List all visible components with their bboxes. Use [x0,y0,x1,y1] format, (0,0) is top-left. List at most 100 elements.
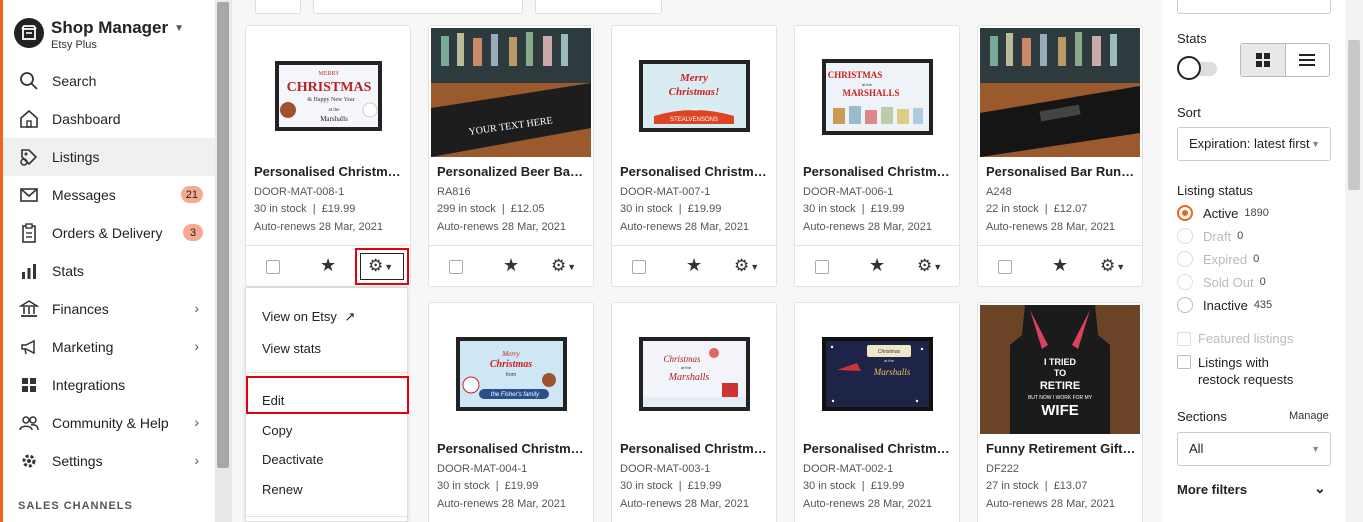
sidebar-item-marketing[interactable]: Marketing › [3,328,215,366]
svg-text:at the: at the [884,358,895,363]
sidebar-item-dashboard[interactable]: Dashboard [3,100,215,138]
listing-card[interactable]: Christmas at the Marshalls Personalised … [611,302,777,522]
listing-title[interactable]: Personalized Beer Bar Runner [437,164,587,179]
listing-card[interactable]: YOUR TEXT HERE Personalized Beer Bar Run… [428,25,594,287]
sections-select[interactable]: All ▼ [1177,432,1331,466]
filter-panel: Stats Sort Expiration: latest first ▼ Lis… [1162,0,1345,522]
list-view-button[interactable] [1286,44,1330,76]
listing-image[interactable]: Merry Christmas from the Fisher's family [431,305,591,434]
radio[interactable] [1177,228,1193,244]
sidebar-item-finances[interactable]: Finances › [3,290,215,328]
chevron-down-icon: ▼ [1311,444,1320,454]
listing-image[interactable]: MERRY CHRISTMAS & Happy New Year at the … [248,28,408,157]
gear-menu-button[interactable]: ⚙▼ [917,256,942,276]
page-scrollbar[interactable] [1345,0,1363,522]
listing-checkbox[interactable] [266,260,280,274]
search-listings-input[interactable] [1177,0,1331,14]
listing-card[interactable]: MERRY CHRISTMAS & Happy New Year at the … [245,25,411,287]
sidebar-scroll-thumb[interactable] [217,2,229,468]
listing-image[interactable]: Merry Christmas! THE STEALVENSONS [614,28,774,157]
status-expired[interactable]: Expired 0 [1177,251,1259,267]
sidebar-item-search[interactable]: Search [3,62,215,100]
listing-checkbox[interactable] [449,260,463,274]
listing-checkbox[interactable] [998,260,1012,274]
grid-view-button[interactable] [1241,44,1286,76]
svg-text:from: from [506,372,516,378]
gear-menu-button[interactable]: ⚙▼ [1100,256,1125,276]
star-icon[interactable]: ★ [503,255,519,276]
sidebar-item-settings[interactable]: Settings › [3,442,215,480]
listing-checkbox[interactable] [632,260,646,274]
radio[interactable] [1177,251,1193,267]
menu-renew[interactable]: Renew [262,482,302,497]
status-inactive[interactable]: Inactive 435 [1177,297,1272,313]
star-icon[interactable]: ★ [1052,255,1068,276]
listing-title[interactable]: Personalised Christmas Door Mat [803,441,953,456]
listing-image[interactable] [980,28,1140,157]
listing-title[interactable]: Personalised Christmas Door Mat [620,164,770,179]
toolbar-dropdown[interactable] [535,0,662,14]
status-sold-out[interactable]: Sold Out 0 [1177,274,1266,290]
sidebar-item-listings[interactable]: Listings [3,138,215,176]
listing-title[interactable]: Personalised Christmas Door Mat [254,164,404,179]
listing-title[interactable]: Personalised Christmas Door Mat [803,164,953,179]
listing-card[interactable]: Merry Christmas from the Fisher's family… [428,302,594,522]
featured-listings-filter[interactable]: Featured listings [1177,331,1293,346]
card-actions: ★ ⚙▼ [795,245,959,286]
svg-text:at the: at the [329,108,341,113]
sidebar-item-stats[interactable]: Stats [3,252,215,290]
listing-image[interactable]: CHRISTMAS at the MARSHALLS [797,28,957,157]
listing-image[interactable]: Christmas at the Marshalls [614,305,774,434]
listing-title[interactable]: Personalised Christmas Door Mat [437,441,587,456]
checkbox[interactable] [1177,332,1191,346]
sidebar-scrollbar[interactable]: ▲ [215,0,232,522]
bulk-actions-bar[interactable] [313,0,523,14]
listing-renewal: Auto-renews 28 Mar, 2021 [803,498,933,510]
listing-card[interactable]: Christmas at the Marshalls Personalised … [794,302,960,522]
status-draft[interactable]: Draft 0 [1177,228,1243,244]
menu-deactivate[interactable]: Deactivate [262,452,323,467]
gear-menu-button[interactable]: ⚙▼ [551,256,576,276]
svg-text:STEALVENSONS: STEALVENSONS [670,117,718,123]
sidebar-item-community[interactable]: Community & Help › [3,404,215,442]
card-actions: ★ ⚙▼ [429,245,593,286]
listing-sku: A248 [986,186,1012,198]
manage-sections-link[interactable]: Manage [1289,410,1329,422]
listing-stock: 30 in stock | £19.99 [803,203,905,215]
radio-selected[interactable] [1177,205,1193,221]
listing-checkbox[interactable] [815,260,829,274]
sidebar-item-messages[interactable]: Messages 21 [3,176,215,214]
restock-requests-filter[interactable]: Listings with restock requests [1177,354,1293,388]
select-all-control[interactable] [255,0,301,14]
star-icon[interactable]: ★ [686,255,702,276]
gear-menu-button[interactable]: ⚙▼ [734,256,759,276]
listing-title[interactable]: Funny Retirement Gift Apron [986,441,1136,456]
listing-card[interactable]: I TRIED TO RETIRE BUT NOW I WORK FOR MY … [977,302,1143,522]
sidebar-item-label: Settings [52,453,103,469]
checkbox[interactable] [1177,355,1191,369]
sort-select[interactable]: Expiration: latest first ▼ [1177,127,1331,161]
status-active[interactable]: Active 1890 [1177,205,1269,221]
menu-copy[interactable]: Copy [262,423,292,438]
listing-title[interactable]: Personalised Christmas Door Mat [620,441,770,456]
star-icon[interactable]: ★ [320,255,336,276]
listing-image[interactable]: I TRIED TO RETIRE BUT NOW I WORK FOR MY … [980,305,1140,434]
listing-title[interactable]: Personalised Bar Runner [986,164,1136,179]
sidebar-item-orders[interactable]: Orders & Delivery 3 [3,214,215,252]
listing-card[interactable]: Personalised Bar Runner A248 22 in stock… [977,25,1143,287]
menu-view-stats[interactable]: View stats [262,341,321,356]
page-scroll-thumb[interactable] [1348,40,1360,190]
shop-manager-header[interactable]: Shop Manager ▼ Etsy Plus [14,18,184,52]
listing-card[interactable]: Merry Christmas! THE STEALVENSONS Person… [611,25,777,287]
radio[interactable] [1177,274,1193,290]
menu-view-on-etsy[interactable]: View on Etsy ↗ [262,309,355,325]
sidebar-item-integrations[interactable]: Integrations [3,366,215,404]
bank-icon [19,299,39,319]
listing-image[interactable]: YOUR TEXT HERE [431,28,591,157]
more-filters-toggle[interactable]: More filters ⌄ [1177,480,1326,497]
stats-toggle[interactable] [1177,56,1217,80]
radio[interactable] [1177,297,1193,313]
listing-card[interactable]: CHRISTMAS at the MARSHALLS Personalised … [794,25,960,287]
star-icon[interactable]: ★ [869,255,885,276]
listing-image[interactable]: Christmas at the Marshalls [797,305,957,434]
